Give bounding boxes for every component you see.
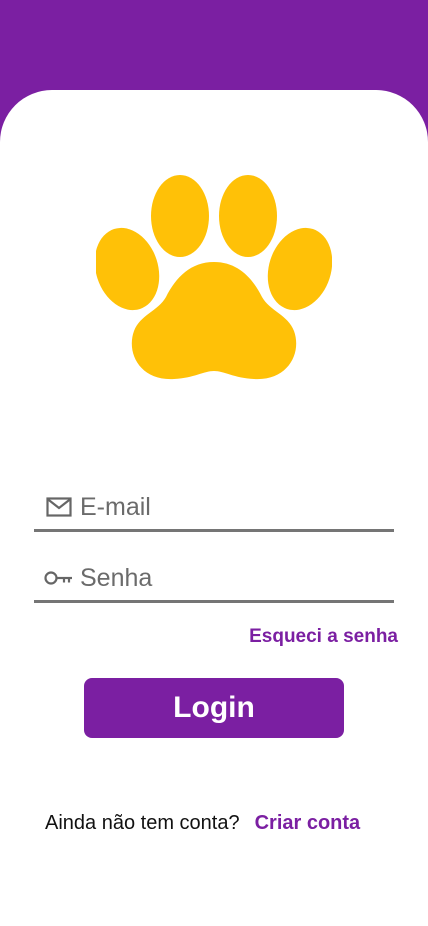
create-account-link[interactable]: Criar conta	[255, 812, 361, 835]
signup-prompt: Ainda não tem conta? Criar conta	[45, 812, 360, 835]
forgot-password-link[interactable]: Esqueci a senha	[249, 626, 398, 648]
key-icon	[44, 566, 74, 590]
mail-icon	[44, 495, 74, 519]
password-input[interactable]	[80, 563, 370, 593]
email-field[interactable]	[34, 485, 394, 532]
paw-icon	[96, 175, 332, 380]
login-button[interactable]: Login	[84, 678, 344, 738]
signup-question: Ainda não tem conta?	[45, 812, 240, 834]
email-input[interactable]	[80, 492, 370, 522]
password-field[interactable]	[34, 556, 394, 603]
